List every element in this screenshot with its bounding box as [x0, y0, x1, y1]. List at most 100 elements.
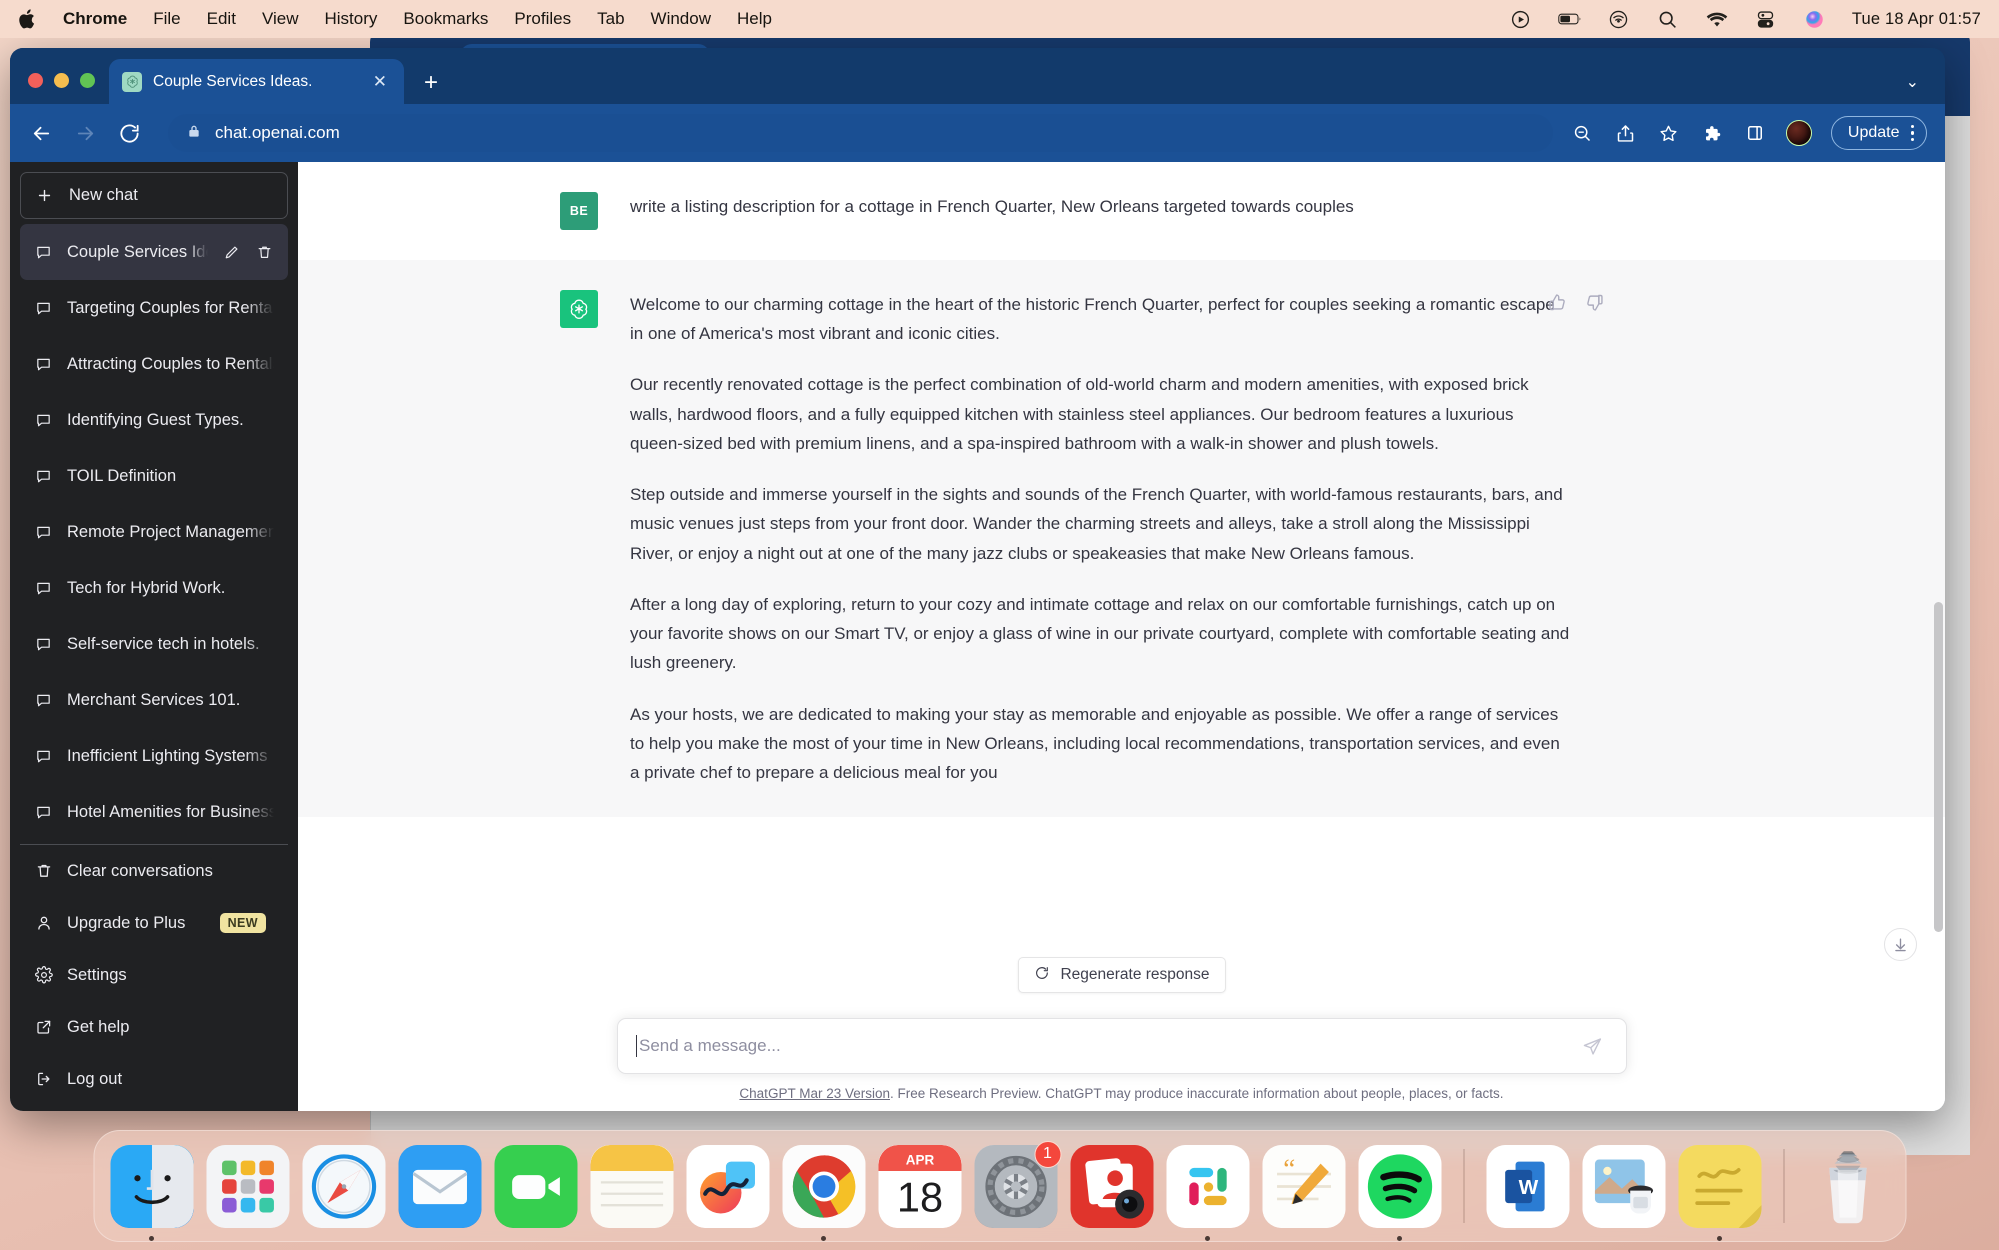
- dock-app-preview[interactable]: [1582, 1144, 1665, 1228]
- assistant-message-text: Welcome to our charming cottage in the h…: [630, 290, 1570, 787]
- address-bar[interactable]: chat.openai.com: [168, 114, 1553, 152]
- dock-app-spotify[interactable]: [1358, 1144, 1441, 1241]
- reload-icon[interactable]: [116, 120, 142, 146]
- sidebar-item-settings[interactable]: Settings: [20, 949, 288, 1001]
- thumbs-up-icon[interactable]: [1547, 292, 1568, 318]
- zoom-out-icon[interactable]: [1571, 121, 1595, 145]
- browser-tab-active[interactable]: Couple Services Ideas. ✕: [109, 59, 404, 104]
- kebab-menu-icon[interactable]: [1910, 124, 1914, 142]
- sidebar-conversation-2[interactable]: Attracting Couples to Rentals: [20, 336, 288, 392]
- sidebar-conversation-1[interactable]: Targeting Couples for Rentals.: [20, 280, 288, 336]
- control-center-icon[interactable]: [1754, 7, 1778, 31]
- close-window-button[interactable]: [28, 73, 43, 88]
- scroll-to-bottom-button[interactable]: [1884, 928, 1917, 961]
- conversation-title: Tech for Hybrid Work.: [67, 578, 226, 597]
- menu-chrome[interactable]: Chrome: [63, 9, 127, 29]
- bookmark-star-icon[interactable]: [1657, 121, 1681, 145]
- dock-app-finder[interactable]: [110, 1144, 193, 1241]
- tab-list-chevron-down-icon[interactable]: ⌄: [1906, 72, 1919, 92]
- apple-logo-icon[interactable]: [18, 8, 37, 30]
- menu-file[interactable]: File: [153, 9, 180, 29]
- new-chat-button[interactable]: New chat: [20, 172, 288, 220]
- sidebar-conversation-7[interactable]: Self-service tech in hotels.: [20, 616, 288, 672]
- sidebar-conversation-10[interactable]: Hotel Amenities for Business: [20, 784, 288, 840]
- siri-icon[interactable]: [1803, 7, 1827, 31]
- sidebar-item-clear-conversations[interactable]: Clear conversations: [20, 845, 288, 897]
- person-icon: [34, 914, 53, 933]
- dock-app-mail[interactable]: [398, 1144, 481, 1228]
- profile-avatar[interactable]: [1785, 120, 1812, 146]
- screen-record-icon[interactable]: [1509, 7, 1533, 31]
- dock-app-system-settings[interactable]: 1: [974, 1140, 1061, 1228]
- dock-app-pages[interactable]: “: [1262, 1144, 1345, 1228]
- sidebar-conversation-9[interactable]: Inefficient Lighting Systems: [20, 728, 288, 784]
- sidebar-conversation-0[interactable]: Couple Services Ideas.: [20, 224, 288, 281]
- menu-bookmarks[interactable]: Bookmarks: [403, 9, 488, 29]
- dock-app-safari[interactable]: [302, 1144, 385, 1228]
- menu-history[interactable]: History: [324, 9, 377, 29]
- thumbs-down-icon[interactable]: [1584, 292, 1605, 318]
- menu-profiles[interactable]: Profiles: [514, 9, 571, 29]
- airplay-icon[interactable]: [1607, 7, 1631, 31]
- message-input[interactable]: [639, 1036, 1582, 1056]
- wifi-icon[interactable]: [1705, 7, 1729, 31]
- sidebar-item-get-help[interactable]: Get help: [20, 1001, 288, 1053]
- extensions-puzzle-icon[interactable]: [1700, 121, 1724, 145]
- side-panel-icon[interactable]: [1743, 121, 1767, 145]
- toolbar-actions: Update: [1571, 116, 1927, 150]
- logout-icon: [34, 1070, 53, 1089]
- sidebar-conversation-6[interactable]: Tech for Hybrid Work.: [20, 560, 288, 616]
- user-message-text: write a listing description for a cottag…: [630, 197, 1354, 216]
- back-arrow-icon[interactable]: [28, 120, 54, 146]
- edit-pencil-icon[interactable]: [222, 243, 241, 262]
- new-tab-button[interactable]: +: [424, 71, 438, 95]
- dock-app-launchpad[interactable]: [206, 1144, 289, 1228]
- dock-app-chrome[interactable]: [782, 1144, 865, 1241]
- dock-app-facetime[interactable]: [494, 1144, 577, 1228]
- refresh-icon: [1033, 965, 1049, 986]
- version-link[interactable]: ChatGPT Mar 23 Version: [739, 1086, 890, 1101]
- regenerate-response-button[interactable]: Regenerate response: [1017, 957, 1226, 993]
- message-composer[interactable]: [616, 1018, 1627, 1074]
- sidebar-item-log-out[interactable]: Log out: [20, 1053, 288, 1105]
- assistant-paragraph-0: Welcome to our charming cottage in the h…: [630, 295, 1555, 344]
- sidebar-conversation-4[interactable]: TOIL Definition: [20, 448, 288, 504]
- close-tab-button[interactable]: ✕: [369, 71, 391, 92]
- trash-icon: [34, 862, 53, 881]
- page-scrollbar[interactable]: [1934, 602, 1943, 932]
- dock-app-calendar[interactable]: APR 18: [878, 1144, 961, 1228]
- sidebar-conversation-3[interactable]: Identifying Guest Types.: [20, 392, 288, 448]
- minimize-window-button[interactable]: [54, 73, 69, 88]
- browser-tab-strip: Couple Services Ideas. ✕ + ⌄: [10, 48, 1945, 104]
- menu-tab[interactable]: Tab: [597, 9, 624, 29]
- sidebar-conversation-5[interactable]: Remote Project Management: [20, 504, 288, 560]
- menu-help[interactable]: Help: [737, 9, 772, 29]
- maximize-window-button[interactable]: [80, 73, 95, 88]
- forward-arrow-icon[interactable]: [72, 120, 98, 146]
- sidebar-item-upgrade-to-plus[interactable]: Upgrade to Plus NEW: [20, 897, 288, 949]
- dock-app-freeform[interactable]: [686, 1144, 769, 1228]
- menu-edit[interactable]: Edit: [207, 9, 236, 29]
- menu-window[interactable]: Window: [651, 9, 711, 29]
- dock-app-contacts-photobooth[interactable]: [1070, 1144, 1153, 1228]
- share-icon[interactable]: [1614, 121, 1638, 145]
- dock-app-notes[interactable]: [590, 1144, 673, 1228]
- external-link-icon: [34, 1018, 53, 1037]
- menu-view[interactable]: View: [262, 9, 299, 29]
- assistant-avatar: [560, 290, 598, 328]
- search-icon[interactable]: [1656, 7, 1680, 31]
- delete-trash-icon[interactable]: [255, 243, 274, 262]
- update-button[interactable]: Update: [1830, 116, 1927, 150]
- dock-app-slack[interactable]: [1166, 1144, 1249, 1241]
- sidebar-conversation-8[interactable]: Merchant Services 101.: [20, 672, 288, 728]
- dock-app-microsoft-word[interactable]: W: [1486, 1144, 1569, 1228]
- macos-menu-bar: Chrome File Edit View History Bookmarks …: [0, 0, 1999, 38]
- dock-app-stickies[interactable]: [1678, 1144, 1761, 1241]
- send-paper-plane-icon[interactable]: [1582, 1035, 1604, 1057]
- conversation-title: Merchant Services 101.: [67, 690, 241, 709]
- battery-icon[interactable]: [1558, 7, 1582, 31]
- legal-disclaimer: ChatGPT Mar 23 Version. Free Research Pr…: [298, 1086, 1945, 1101]
- running-indicator: [821, 1235, 826, 1241]
- menu-bar-clock[interactable]: Tue 18 Apr 01:57: [1852, 10, 1981, 29]
- dock-trash[interactable]: [1806, 1145, 1889, 1228]
